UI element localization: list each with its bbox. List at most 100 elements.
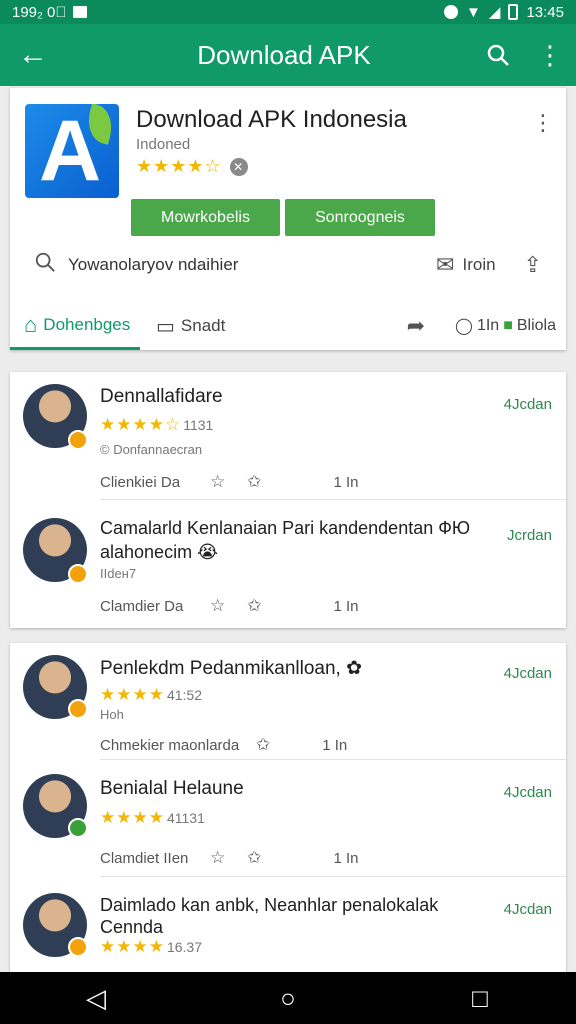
tab-comments-label: 1In — [476, 317, 500, 334]
app-name: Download APK Indonesia — [136, 106, 407, 133]
review-action-text[interactable]: Clienkiei Da — [100, 474, 210, 491]
review-item: Dennallafidare ★★★★☆ 1131 © Donfannaecran… — [10, 372, 566, 500]
star-outline-icon[interactable]: ☆ — [210, 472, 225, 492]
back-triangle-icon[interactable]: ◁ — [66, 983, 126, 1014]
reviewer-comment-line2: Cennda — [100, 917, 164, 937]
review-date: 4Jcdan — [503, 784, 552, 801]
home-circle-icon[interactable]: ○ — [258, 983, 318, 1014]
notification-icon — [72, 6, 87, 18]
reviews-card-2: Penlekdm Pedanmikanlloan, ✿ ★★★★ 41:52 Ho… — [10, 643, 566, 972]
status-right: ▼ ◢ 13:45 — [444, 3, 564, 21]
status-left-text: 199₂ 0⃣ — [12, 3, 67, 21]
review-count: 41:52 — [166, 687, 203, 703]
reply-count[interactable]: 1 In — [334, 850, 359, 867]
tab-home-label: Dohenbges — [43, 314, 131, 334]
status-left: 199₂ 0⃣ — [12, 4, 87, 21]
more-vert-icon[interactable]: ⋮ — [524, 24, 576, 86]
star-share-icon[interactable]: ✩ — [247, 472, 261, 492]
system-nav-bar: ◁ ○ □ — [0, 972, 576, 1024]
search-input[interactable]: Yowanolaryov ndaihier — [68, 255, 238, 275]
review-date: 4Jcdan — [503, 901, 552, 918]
app-rating: ★★★★☆ ✕ — [136, 156, 248, 177]
badge-icon — [68, 430, 88, 450]
reply-count[interactable]: 1 In — [322, 737, 347, 754]
lock-icon: ■ — [503, 317, 513, 334]
wifi-icon: ▼ — [466, 3, 481, 21]
recents-square-icon[interactable]: □ — [450, 983, 510, 1014]
review-item: Daimlado kan anbk, Neanhlar penalokalak … — [10, 877, 566, 972]
tab-comments[interactable]: ◯ 1In ■ Bliola — [455, 316, 556, 336]
review-stars: ★★★★ 41:52 — [100, 685, 203, 704]
review-count: 16.37 — [166, 939, 203, 955]
review-action-text[interactable]: Clamdier Da — [100, 598, 210, 615]
review-stars: ★★★★ 41131 — [100, 808, 205, 827]
review-meta: © Donfannaecran — [100, 442, 203, 457]
review-count: 1131 — [183, 417, 214, 433]
location-icon — [444, 5, 459, 19]
mail-icon[interactable]: ✉ — [436, 252, 454, 278]
tab-row: ⌂ Dohenbges ▭ Snadt ➦ ◯ 1In ■ Bliola — [10, 302, 566, 350]
status-bar: 199₂ 0⃣ ▼ ◢ 13:45 — [0, 0, 576, 24]
signal-icon: ◢ — [488, 4, 501, 21]
reviewer-comment-line2: alahonecim 😭 — [100, 542, 219, 562]
comment-icon: ◯ — [455, 318, 473, 335]
review-count: 41131 — [166, 810, 205, 826]
reviewer-comment: Daimlado kan anbk, Neanhlar penalokalak — [100, 895, 439, 915]
app-stars: ★★★★☆ — [136, 156, 222, 176]
reviewer-name: Benialal Helaune — [100, 778, 244, 799]
close-icon[interactable]: ✕ — [229, 157, 248, 176]
review-item: Benialal Helaune ★★★★ 41131 4Jcdan Clamdi… — [10, 760, 566, 876]
review-date: Jcrdan — [506, 527, 552, 544]
app-developer: Indoned — [136, 136, 191, 153]
star-outline-icon[interactable]: ☆ — [210, 596, 225, 616]
review-actions: Clienkiei Da ☆ ✩ 1 In — [100, 472, 550, 492]
review-meta: Hoh — [100, 707, 124, 722]
reviewer-comment: Camalarld Kenlanaian Pari kandendentan Ф… — [100, 518, 471, 538]
search-icon[interactable] — [472, 24, 524, 86]
tab-chat-label: Snadt — [180, 316, 226, 335]
review-action-text[interactable]: Chmekier maonlarda — [100, 737, 256, 754]
home-icon: ⌂ — [24, 311, 38, 337]
install-button[interactable]: Mowrkobelis — [131, 199, 280, 236]
review-stars: ★★★★☆ 1131 — [100, 415, 214, 434]
mail-label[interactable]: Iroin — [462, 255, 495, 275]
app-logo: A — [25, 104, 119, 198]
tab-chat[interactable]: ▭ Snadt — [156, 314, 225, 339]
review-date: 4Jcdan — [503, 396, 552, 413]
back-arrow-icon[interactable]: ← — [0, 24, 66, 86]
card-more-icon[interactable]: ⋮ — [532, 110, 554, 136]
reviewer-name: Dennallafidare — [100, 386, 223, 407]
reply-count[interactable]: 1 In — [334, 598, 359, 615]
star-share-icon[interactable]: ✩ — [256, 735, 270, 755]
forward-icon[interactable]: ➦ — [407, 313, 425, 339]
app-bar: ← Download APK ⋮ — [0, 24, 576, 86]
tab-home[interactable]: ⌂ Dohenbges — [10, 302, 140, 350]
search-small-icon[interactable] — [34, 251, 56, 279]
review-item: Penlekdm Pedanmikanlloan, ✿ ★★★★ 41:52 Ho… — [10, 643, 566, 759]
star-share-icon[interactable]: ✩ — [247, 848, 261, 868]
reply-count[interactable]: 1 In — [334, 474, 359, 491]
status-time: 13:45 — [526, 3, 564, 21]
review-date: 4Jcdan — [503, 665, 552, 682]
review-actions: Clamdier Da ☆ ✩ 1 In — [100, 596, 550, 616]
badge-icon — [68, 564, 88, 584]
badge-icon — [68, 818, 88, 838]
chat-icon: ▭ — [156, 315, 175, 338]
reviewer-name: Penlekdm Pedanmikanlloan, ✿ — [100, 658, 363, 679]
battery-icon — [508, 4, 519, 20]
star-outline-icon[interactable]: ☆ — [210, 848, 225, 868]
review-stars: ★★★★ 16.37 — [100, 937, 203, 956]
app-bar-title: Download APK — [197, 39, 371, 70]
open-button[interactable]: Sonroogneis — [285, 199, 435, 236]
badge-icon — [68, 699, 88, 719]
reviews-card-1: Dennallafidare ★★★★☆ 1131 © Donfannaecran… — [10, 372, 566, 628]
share-icon[interactable]: ⇪ — [524, 252, 542, 278]
review-action-text[interactable]: Clamdiet IIen — [100, 850, 210, 867]
review-item: Camalarld Kenlanaian Pari kandendentan Ф… — [10, 500, 566, 628]
review-actions: Clamdiet IIen ☆ ✩ 1 In — [100, 848, 550, 868]
search-row: Yowanolaryov ndaihier ✉ Iroin ⇪ — [10, 248, 566, 282]
review-meta: IIdeн7 — [100, 566, 137, 581]
app-info-card: A Download APK Indonesia Indoned ★★★★☆ ✕… — [10, 88, 566, 350]
tab-comments-extra: Bliola — [516, 317, 556, 334]
star-share-icon[interactable]: ✩ — [247, 596, 261, 616]
